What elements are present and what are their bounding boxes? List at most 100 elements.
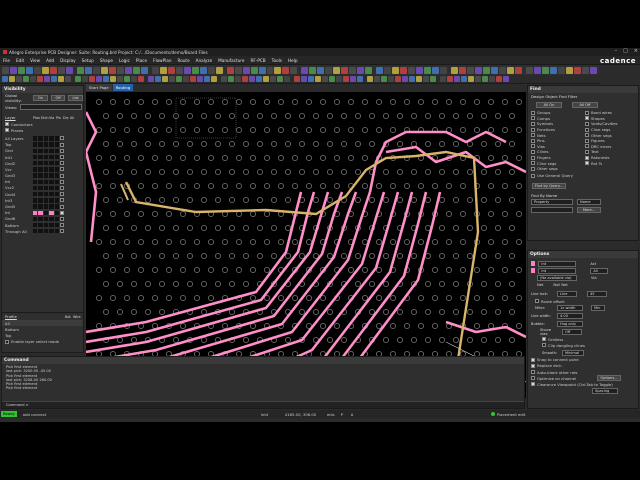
layer-color-swatch[interactable] [49, 191, 54, 197]
general-query-checkbox[interactable] [531, 173, 535, 178]
toolbar-button-icon[interactable] [270, 76, 276, 82]
toolbar-button-icon[interactable] [169, 76, 175, 82]
layer-color-swatch[interactable] [33, 173, 38, 178]
menu-analyze[interactable]: Analyze [196, 58, 213, 63]
find-filter-checkbox[interactable] [585, 133, 589, 138]
layer-color-swatch[interactable] [38, 198, 43, 203]
toolbar-button-icon[interactable] [440, 76, 446, 82]
layer-color-swatch[interactable] [54, 173, 59, 178]
layer-color-swatch[interactable] [38, 154, 43, 160]
toolbar-button-icon[interactable] [459, 66, 467, 74]
layer-color-swatch[interactable] [49, 216, 54, 222]
menu-setup[interactable]: Setup [82, 58, 94, 63]
toolbar-button-icon[interactable] [402, 76, 408, 82]
status-extra[interactable]: A [351, 412, 491, 417]
layer-color-swatch[interactable] [33, 229, 38, 234]
layer-color-swatch[interactable] [49, 179, 54, 184]
toolbar-button-icon[interactable] [341, 66, 349, 74]
toolbar-button-icon[interactable] [301, 76, 307, 82]
toolbar-button-icon[interactable] [58, 76, 64, 82]
layer-color-swatch[interactable] [54, 185, 59, 191]
toolbar-button-icon[interactable] [343, 76, 349, 82]
toolbar-button-icon[interactable] [30, 76, 36, 82]
toolbar-button-icon[interactable] [475, 66, 483, 74]
find-more-button[interactable]: More... [577, 206, 601, 213]
smooth-select[interactable]: Minimal [562, 349, 584, 356]
enable-layer-select-row[interactable]: Enable layer select mode [2, 339, 83, 345]
gridless-checkbox[interactable] [542, 337, 546, 342]
toolbar-button-icon[interactable] [416, 76, 422, 82]
toolbar-button-icon[interactable] [167, 66, 175, 74]
toolbar-button-icon[interactable] [507, 66, 515, 74]
toolbar-button-icon[interactable] [124, 76, 130, 82]
route-offset-checkbox[interactable] [535, 299, 539, 304]
toolbar-button-icon[interactable] [322, 76, 328, 82]
toolbar-button-icon[interactable] [374, 76, 380, 82]
find-filter-checkbox[interactable] [531, 149, 535, 154]
layer-color-swatch[interactable] [54, 204, 59, 209]
clearance-checkbox[interactable] [531, 382, 535, 387]
layer-color-swatch[interactable] [43, 216, 49, 222]
layer-color-swatch[interactable] [43, 210, 49, 215]
layer-color-swatch[interactable] [54, 210, 59, 215]
toolbar-button-icon[interactable] [526, 66, 533, 74]
menu-shape[interactable]: Shape [100, 58, 113, 63]
toolbar-button-icon[interactable] [131, 76, 137, 82]
toolbar-button-icon[interactable] [242, 76, 248, 82]
toolbar-button-icon[interactable] [17, 66, 25, 74]
conductors-checkbox[interactable] [5, 122, 9, 127]
toolbar-button-icon[interactable] [76, 66, 84, 74]
toolbar-button-icon[interactable] [211, 76, 217, 82]
toolbar-button-icon[interactable] [541, 66, 549, 74]
toolbar-button-icon[interactable] [266, 66, 274, 74]
toolbar-button-icon[interactable] [408, 66, 416, 74]
find-filter-checkbox[interactable] [585, 127, 589, 132]
menu-tools[interactable]: Tools [272, 58, 282, 63]
toolbar-button-icon[interactable] [197, 76, 203, 82]
layer-color-swatch[interactable] [43, 198, 49, 203]
toolbar-button-icon[interactable] [350, 76, 356, 82]
toolbar-button-icon[interactable] [573, 66, 581, 74]
toolbar-button-icon[interactable] [89, 76, 95, 82]
toolbar-button-icon[interactable] [2, 66, 9, 74]
toolbar-button-icon[interactable] [447, 76, 453, 82]
menu-help[interactable]: Help [288, 58, 298, 63]
find-filter-checkbox[interactable] [531, 144, 535, 149]
status-snap[interactable]: P [341, 412, 351, 417]
toolbar-button-icon[interactable] [84, 66, 92, 74]
layer-color-swatch[interactable] [38, 142, 43, 147]
toolbar-button-icon[interactable] [215, 66, 223, 74]
layer-color-swatch[interactable] [38, 173, 43, 178]
toolbar-button-icon[interactable] [357, 66, 365, 74]
toolbar-button-icon[interactable] [256, 76, 262, 82]
spacing-select[interactable]: Spacing [592, 387, 618, 394]
toolbar-button-icon[interactable] [162, 76, 168, 82]
toolbar-button-icon[interactable] [317, 66, 325, 74]
layer-color-swatch[interactable] [49, 167, 54, 172]
layer-color-swatch[interactable] [38, 161, 43, 166]
swatch[interactable] [43, 136, 49, 141]
global-list-button[interactable]: List [68, 95, 83, 101]
via-select[interactable]: (No available via) [537, 274, 577, 281]
layer-color-swatch[interactable] [43, 173, 49, 178]
layer-color-swatch[interactable] [38, 167, 43, 172]
layer-color-swatch[interactable] [43, 222, 49, 228]
toolbar-button-icon[interactable] [290, 66, 298, 74]
find-filter-item[interactable]: Rat Ts [582, 160, 638, 166]
layer-color-swatch[interactable] [38, 148, 43, 154]
layer-color-swatch[interactable] [33, 148, 38, 154]
toolbar-button-icon[interactable] [51, 76, 57, 82]
layer-color-swatch[interactable] [38, 204, 43, 209]
toolbar-button-icon[interactable] [138, 76, 144, 82]
toolbar-button-icon[interactable] [37, 76, 43, 82]
toolbar-button-icon[interactable] [23, 76, 29, 82]
optimize-checkbox[interactable] [531, 376, 535, 381]
toolbar-button-icon[interactable] [284, 76, 290, 82]
toolbar-button-icon[interactable] [381, 76, 387, 82]
menu-route[interactable]: Route [178, 58, 190, 63]
replace-etch-checkbox[interactable] [531, 363, 535, 368]
find-filter-item[interactable]: Other segs [528, 166, 582, 172]
toolbar-button-icon[interactable] [499, 66, 507, 74]
toolbar-button-icon[interactable] [467, 66, 475, 74]
toolbar-button-icon[interactable] [151, 66, 159, 74]
